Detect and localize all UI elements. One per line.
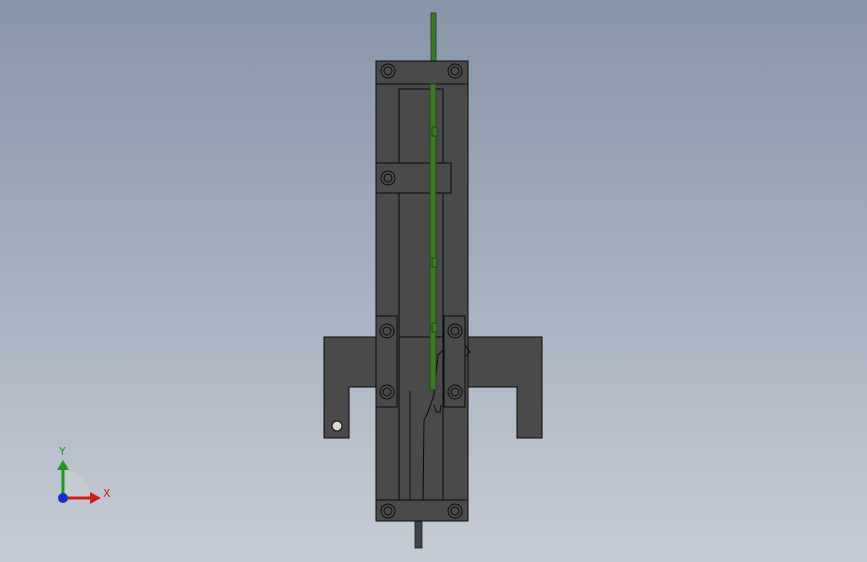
left-wing[interactable] xyxy=(323,336,377,439)
bolt-right-clamp-upper[interactable] xyxy=(447,323,463,339)
triad-rotation-arc-icon xyxy=(63,470,91,498)
bolt-bottom-right[interactable] xyxy=(447,503,463,519)
reference-triad[interactable]: Y X xyxy=(57,445,111,504)
green-rod-notch-2 xyxy=(431,257,438,268)
triad-z-axis-icon xyxy=(58,493,68,503)
triad-y-label: Y xyxy=(58,445,66,458)
bolt-bottom-left[interactable] xyxy=(380,503,396,519)
bolt-right-clamp-lower[interactable] xyxy=(447,384,463,400)
graphics-viewport[interactable]: Y X xyxy=(0,0,867,562)
bolt-left-clamp-lower[interactable] xyxy=(379,384,395,400)
green-rod-top[interactable] xyxy=(430,12,437,62)
mounting-hole xyxy=(331,420,343,432)
right-wing[interactable] xyxy=(467,336,543,439)
triad-x-label: X xyxy=(103,487,111,500)
bolt-middle-clamp[interactable] xyxy=(380,170,396,186)
main-frame[interactable] xyxy=(375,60,469,522)
bolt-left-clamp-upper[interactable] xyxy=(379,323,395,339)
bolt-top-right[interactable] xyxy=(447,63,463,79)
model-view[interactable]: Y X xyxy=(0,0,867,562)
y-arrow-icon xyxy=(57,460,69,470)
lower-rod[interactable] xyxy=(414,519,423,549)
green-rod-notch-3 xyxy=(431,322,438,333)
green-rod-notch-1 xyxy=(431,126,438,137)
bolt-top-left[interactable] xyxy=(380,63,396,79)
x-arrow-icon xyxy=(90,492,101,504)
